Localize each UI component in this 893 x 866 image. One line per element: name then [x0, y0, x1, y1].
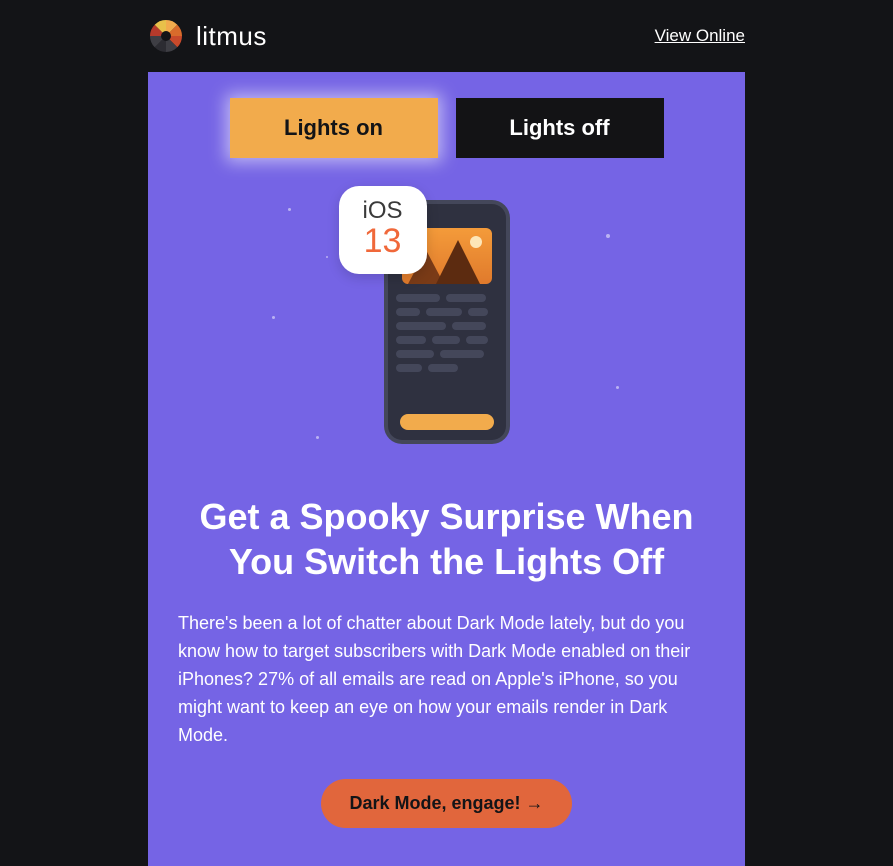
view-online-link[interactable]: View Online: [655, 26, 745, 46]
litmus-icon: [148, 18, 184, 54]
ios-badge: iOS 13: [339, 186, 427, 274]
phone-illustration: iOS 13: [176, 186, 717, 486]
lights-off-button[interactable]: Lights off: [456, 98, 664, 158]
brand-logo: litmus: [148, 18, 267, 54]
hero-card: Lights on Lights off: [148, 72, 745, 866]
ios-badge-label: iOS: [362, 199, 402, 223]
page-header: litmus View Online: [0, 0, 893, 54]
headline: Get a Spooky Surprise When You Switch th…: [176, 494, 717, 584]
lights-on-button[interactable]: Lights on: [230, 98, 438, 158]
ios-badge-version: 13: [364, 223, 402, 260]
body-copy: There's been a lot of chatter about Dark…: [176, 610, 717, 749]
lights-toggle: Lights on Lights off: [176, 98, 717, 158]
brand-name: litmus: [196, 21, 267, 52]
